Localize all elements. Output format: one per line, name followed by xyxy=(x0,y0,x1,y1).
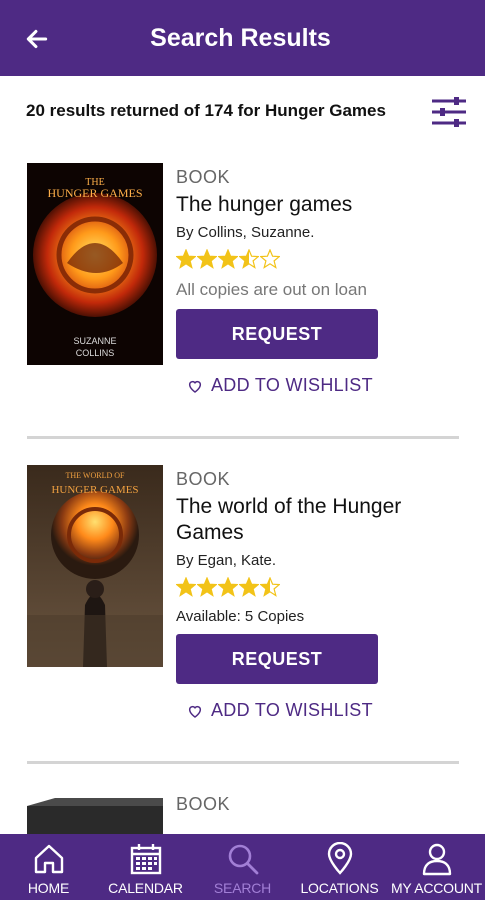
sliders-icon xyxy=(432,97,466,127)
tab-locations[interactable]: LOCATIONS xyxy=(291,834,388,900)
availability-status: All copies are out on loan xyxy=(176,280,367,299)
arrow-left-icon xyxy=(26,29,48,49)
item-title[interactable]: The world of the Hunger Games xyxy=(176,494,466,546)
svg-text:COLLINS: COLLINS xyxy=(76,348,115,358)
star-icon xyxy=(260,249,280,269)
star-icon xyxy=(239,577,259,597)
tab-search[interactable]: SEARCH xyxy=(194,834,291,900)
item-type: BOOK xyxy=(176,167,231,187)
svg-text:HUNGER GAMES: HUNGER GAMES xyxy=(51,484,138,496)
divider xyxy=(27,436,459,439)
star-icon xyxy=(218,249,238,269)
wishlist-label: ADD TO WISHLIST xyxy=(211,375,373,395)
wishlist-label: ADD TO WISHLIST xyxy=(211,700,373,720)
tab-home[interactable]: HOME xyxy=(0,834,97,900)
add-to-wishlist-button[interactable]: ADD TO WISHLIST xyxy=(187,700,373,721)
tab-label: SEARCH xyxy=(213,880,272,896)
results-count-text: 20 results returned of 174 for Hunger Ga… xyxy=(26,101,386,120)
star-icon xyxy=(176,249,196,269)
star-icon xyxy=(197,249,217,269)
user-icon xyxy=(422,843,451,876)
results-summary: 20 results returned of 174 for Hunger Ga… xyxy=(0,76,485,146)
item-type: BOOK xyxy=(176,794,231,814)
location-pin-icon xyxy=(327,842,352,875)
app-header: Search Results xyxy=(0,0,485,76)
availability-status: Available: 5 Copies xyxy=(176,608,305,625)
calendar-icon xyxy=(130,844,161,875)
tab-label: MY ACCOUNT xyxy=(390,880,483,896)
tab-calendar[interactable]: CALENDAR xyxy=(97,834,194,900)
star-icon xyxy=(176,577,196,597)
add-to-wishlist-button[interactable]: ADD TO WISHLIST xyxy=(187,375,373,396)
book-cover[interactable]: THE WORLD OF HUNGER GAMES xyxy=(27,465,163,667)
tab-my-account[interactable]: MY ACCOUNT xyxy=(388,834,485,900)
book-cover-image: THE WORLD OF HUNGER GAMES xyxy=(27,465,163,667)
star-icon xyxy=(197,577,217,597)
tab-label: CALENDAR xyxy=(108,880,183,896)
item-type: BOOK xyxy=(176,469,231,489)
item-title[interactable]: The hunger games xyxy=(176,192,466,218)
page-title: Search Results xyxy=(150,23,331,52)
rating-stars xyxy=(176,249,280,271)
svg-text:HUNGER GAMES: HUNGER GAMES xyxy=(47,186,142,200)
back-button[interactable] xyxy=(20,22,54,56)
request-button[interactable]: REQUEST xyxy=(176,309,378,359)
filter-button[interactable] xyxy=(430,96,468,128)
search-icon xyxy=(228,844,258,875)
rating-stars xyxy=(176,577,280,599)
item-author: By Egan, Kate. xyxy=(176,552,277,569)
book-cover[interactable] xyxy=(27,796,163,834)
tab-label: HOME xyxy=(27,880,70,896)
star-icon xyxy=(260,577,280,597)
bottom-tab-bar: HOME CALENDAR SEARCH LOCATIONS MY ACCOUN… xyxy=(0,834,485,900)
svg-text:THE WORLD OF: THE WORLD OF xyxy=(66,471,126,480)
request-button[interactable]: REQUEST xyxy=(176,634,378,684)
book-cover-image: THE HUNGER GAMES SUZANNE COLLINS xyxy=(27,163,163,365)
star-icon xyxy=(239,249,259,269)
item-author: By Collins, Suzanne. xyxy=(176,224,315,241)
book-cover-image xyxy=(27,798,163,834)
heart-icon xyxy=(188,380,202,393)
tab-label: LOCATIONS xyxy=(300,880,379,896)
star-icon xyxy=(218,577,238,597)
heart-icon xyxy=(188,705,202,718)
home-icon xyxy=(34,844,63,874)
book-cover[interactable]: THE HUNGER GAMES SUZANNE COLLINS xyxy=(27,163,163,365)
divider xyxy=(27,761,459,764)
svg-text:SUZANNE: SUZANNE xyxy=(73,336,116,346)
